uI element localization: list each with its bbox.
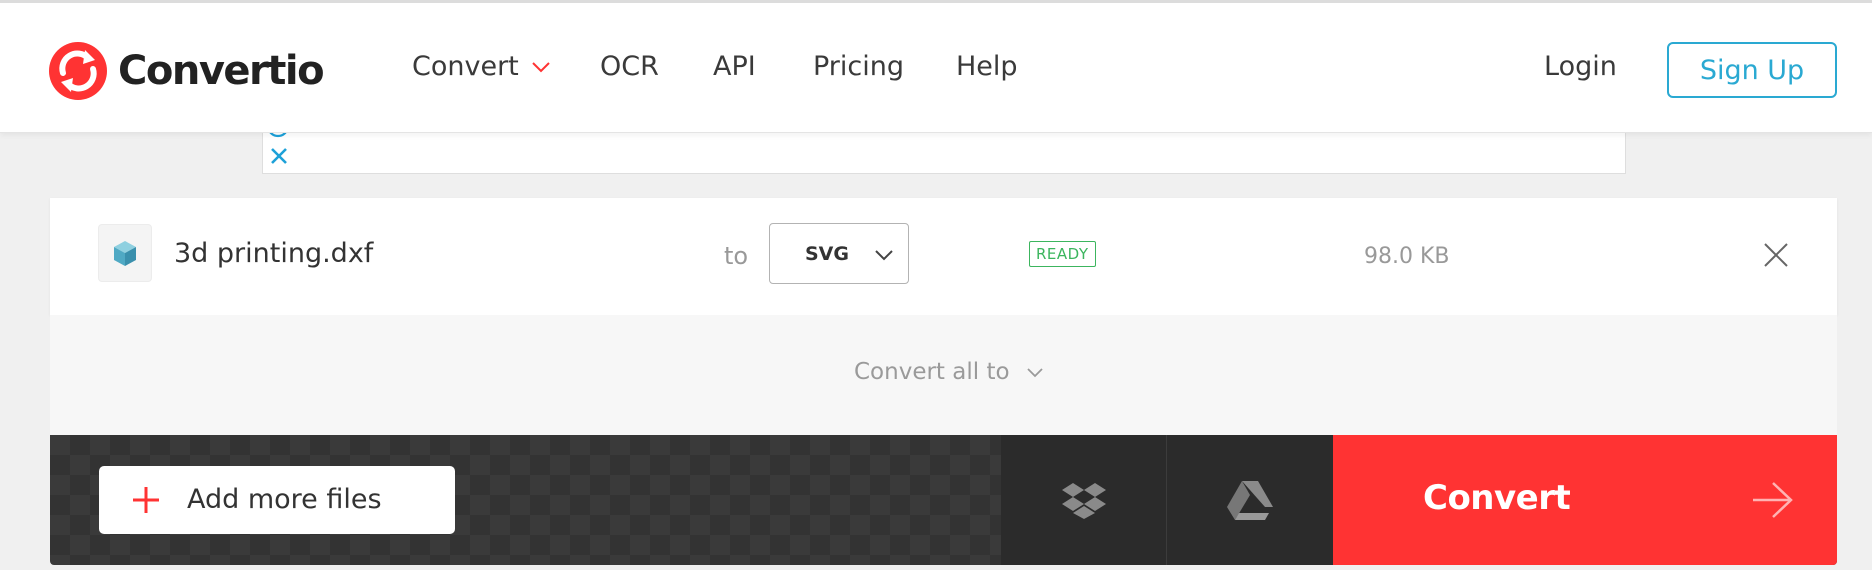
logo-text: Convertio [118,48,325,94]
convert-all-dropdown[interactable]: Convert all to [854,359,1044,385]
chevron-down-icon [532,61,550,72]
file-name: 3d printing.dxf [174,238,374,269]
arrow-right-icon [1753,482,1793,518]
chevron-down-icon [1026,367,1043,377]
target-format-select[interactable]: SVG [769,223,909,284]
action-bar: Add more files Convert [50,435,1837,565]
convert-all-bar: Convert all to [50,315,1837,435]
add-more-files-label: Add more files [187,484,382,515]
nav-help-label: Help [956,51,1018,82]
convert-all-label: Convert all to [854,359,1010,385]
cube-icon [114,241,136,266]
status-badge: READY [1029,241,1096,267]
close-icon[interactable] [269,146,289,166]
google-drive-icon [1227,481,1273,520]
nav-ocr[interactable]: OCR [600,51,659,82]
nav-api[interactable]: API [713,51,756,82]
convertio-logo-icon [49,42,107,100]
signup-button[interactable]: Sign Up [1667,42,1837,98]
google-drive-button[interactable] [1167,435,1333,565]
site-header: Convertio Convert OCR API Pricing Help L… [0,0,1872,133]
dropbox-button[interactable] [1001,435,1167,565]
add-more-files-button[interactable]: Add more files [99,466,455,534]
convert-button[interactable]: Convert [1333,435,1837,565]
nav-help[interactable]: Help [956,51,1018,82]
nav-ocr-label: OCR [600,51,659,82]
target-format-value: SVG [805,242,849,265]
logo[interactable]: Convertio [48,41,325,101]
login-link[interactable]: Login [1544,51,1617,82]
dropbox-icon [1061,483,1106,519]
file-row: 3d printing.dxf to SVG READY 98.0 KB [50,198,1837,315]
nav-pricing-label: Pricing [813,51,905,82]
file-type-icon [98,224,152,282]
file-size: 98.0 KB [1364,244,1450,269]
remove-file-icon[interactable] [1761,240,1791,270]
chevron-down-icon [875,250,893,261]
convert-button-label: Convert [1423,478,1571,518]
to-label: to [724,242,749,270]
ad-banner [262,130,1626,174]
nav-api-label: API [713,51,756,82]
nav-pricing[interactable]: Pricing [813,51,904,82]
nav-convert[interactable]: Convert [412,51,551,82]
nav-convert-label: Convert [412,51,519,82]
plus-icon [133,487,159,513]
